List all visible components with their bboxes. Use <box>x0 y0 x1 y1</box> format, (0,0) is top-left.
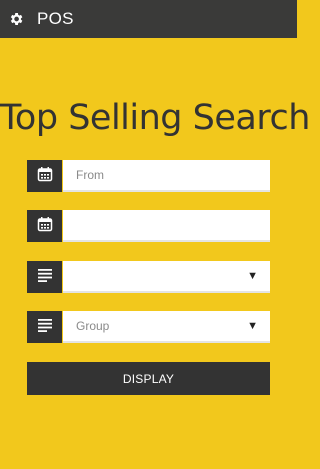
to-date-row <box>27 210 270 242</box>
to-calendar-button[interactable] <box>27 210 62 242</box>
category-select-row: ▼ <box>27 261 270 293</box>
display-button[interactable]: DISPLAY <box>27 362 270 395</box>
calendar-icon <box>37 216 53 237</box>
list-icon <box>37 268 53 287</box>
category-select[interactable]: ▼ <box>63 261 270 293</box>
app-title: POS <box>37 9 74 28</box>
calendar-icon <box>37 166 53 187</box>
group-select-value: Group <box>76 319 110 333</box>
app-bar: POS <box>0 0 297 38</box>
from-date-row <box>27 160 270 192</box>
from-calendar-button[interactable] <box>27 160 62 192</box>
to-date-input[interactable] <box>76 218 270 232</box>
page-title: Top Selling Search <box>0 98 310 138</box>
dropdown-arrow-icon: ▼ <box>247 320 258 332</box>
list-icon <box>37 318 53 337</box>
group-select[interactable]: Group ▼ <box>63 311 270 343</box>
gear-icon[interactable] <box>8 11 24 27</box>
group-select-row: Group ▼ <box>27 311 270 343</box>
group-list-button[interactable] <box>27 311 62 343</box>
from-date-input[interactable] <box>76 168 270 182</box>
from-date-field[interactable] <box>63 160 270 192</box>
to-date-field[interactable] <box>63 210 270 242</box>
category-list-button[interactable] <box>27 261 62 293</box>
dropdown-arrow-icon: ▼ <box>247 270 258 282</box>
